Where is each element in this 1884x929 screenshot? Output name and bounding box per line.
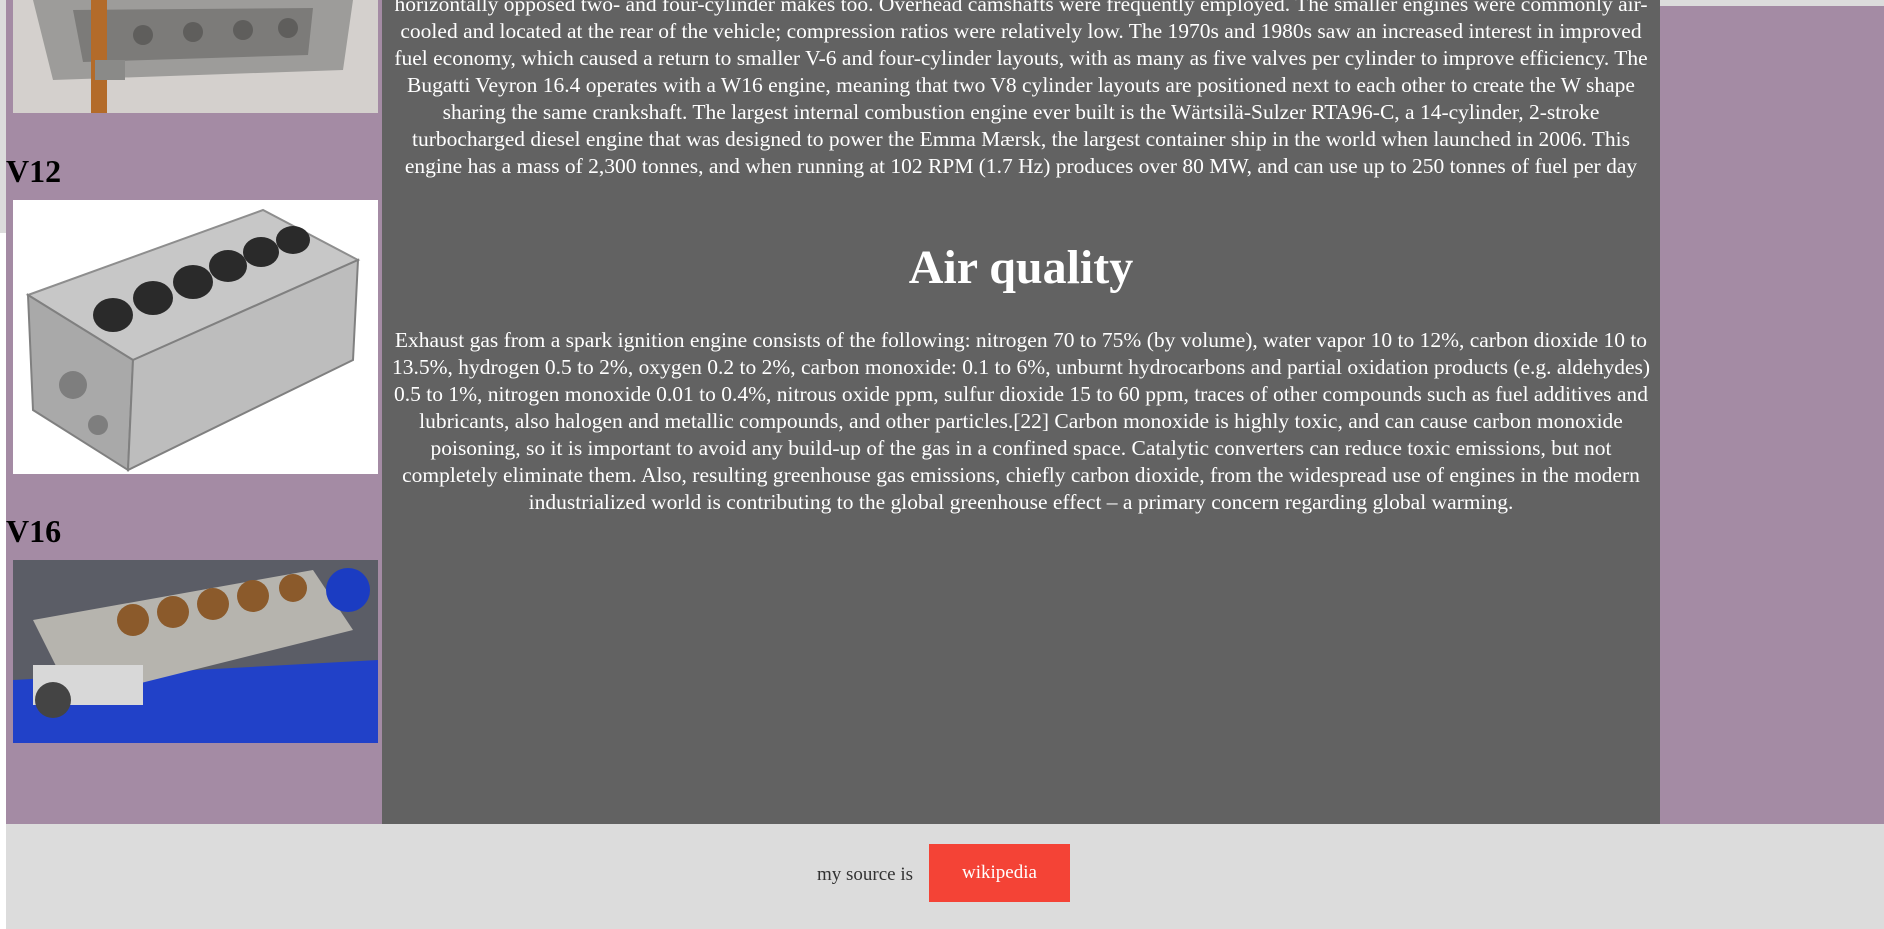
v12-engine-block-image bbox=[13, 200, 378, 474]
engine-block-image bbox=[13, 0, 378, 113]
air-quality-heading: Air quality bbox=[908, 241, 1134, 294]
right-panel bbox=[1660, 6, 1884, 824]
main-content: horizontally opposed two- and four-cylin… bbox=[382, 0, 1660, 824]
air-quality-paragraph: Exhaust gas from a spark ignition engine… bbox=[391, 328, 1651, 514]
source-label: my source is bbox=[817, 864, 914, 885]
engine-history-paragraph: horizontally opposed two- and four-cylin… bbox=[394, 0, 1648, 178]
engine-title-v16: V16 bbox=[6, 513, 62, 549]
engine-gallery-sidebar: V12 V16 bbox=[6, 0, 382, 824]
wikipedia-source-button[interactable]: wikipedia bbox=[929, 844, 1070, 902]
v16-engine-image bbox=[13, 560, 378, 743]
engine-title-v12: V12 bbox=[6, 153, 62, 189]
